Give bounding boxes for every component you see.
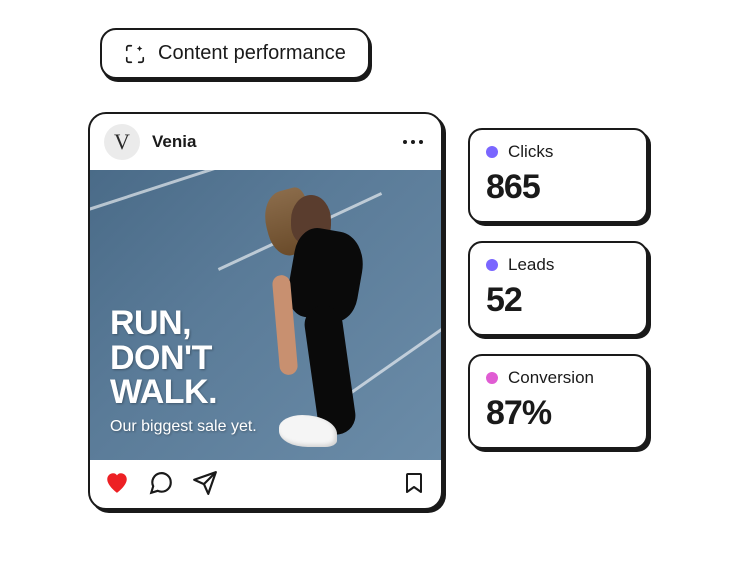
- more-options-button[interactable]: [399, 136, 427, 148]
- metric-dot: [486, 259, 498, 271]
- post-header: V Venia: [90, 114, 441, 170]
- metric-card-clicks: Clicks 865: [468, 128, 648, 223]
- post-subline: Our biggest sale yet.: [110, 418, 257, 436]
- metric-card-leads: Leads 52: [468, 241, 648, 336]
- brand-name[interactable]: Venia: [152, 132, 387, 152]
- post-image: RUN, DON'T WALK. Our biggest sale yet.: [90, 170, 441, 460]
- comment-icon[interactable]: [148, 470, 174, 496]
- post-action-bar: [90, 460, 441, 508]
- bookmark-icon[interactable]: [401, 470, 427, 496]
- metric-dot: [486, 372, 498, 384]
- metric-value: 865: [486, 168, 630, 207]
- metric-label: Conversion: [508, 368, 594, 388]
- metric-card-conversion: Conversion 87%: [468, 354, 648, 449]
- metric-label: Leads: [508, 255, 554, 275]
- pill-label: Content performance: [158, 42, 346, 65]
- share-icon[interactable]: [192, 470, 218, 496]
- post-headline: RUN, DON'T WALK.: [110, 306, 257, 410]
- heart-icon[interactable]: [104, 470, 130, 496]
- avatar-initial: V: [114, 129, 130, 155]
- social-post-card: V Venia RUN, DON'T WALK. Our biggest sal…: [88, 112, 443, 510]
- post-overlay-text: RUN, DON'T WALK. Our biggest sale yet.: [110, 306, 257, 436]
- content-performance-pill: Content performance: [100, 28, 370, 79]
- metrics-column: Clicks 865 Leads 52 Conversion 87%: [468, 128, 648, 449]
- brand-avatar[interactable]: V: [104, 124, 140, 160]
- sparkle-frame-icon: [124, 43, 146, 65]
- metric-value: 52: [486, 281, 630, 320]
- metric-label: Clicks: [508, 142, 553, 162]
- metric-dot: [486, 146, 498, 158]
- metric-value: 87%: [486, 394, 630, 433]
